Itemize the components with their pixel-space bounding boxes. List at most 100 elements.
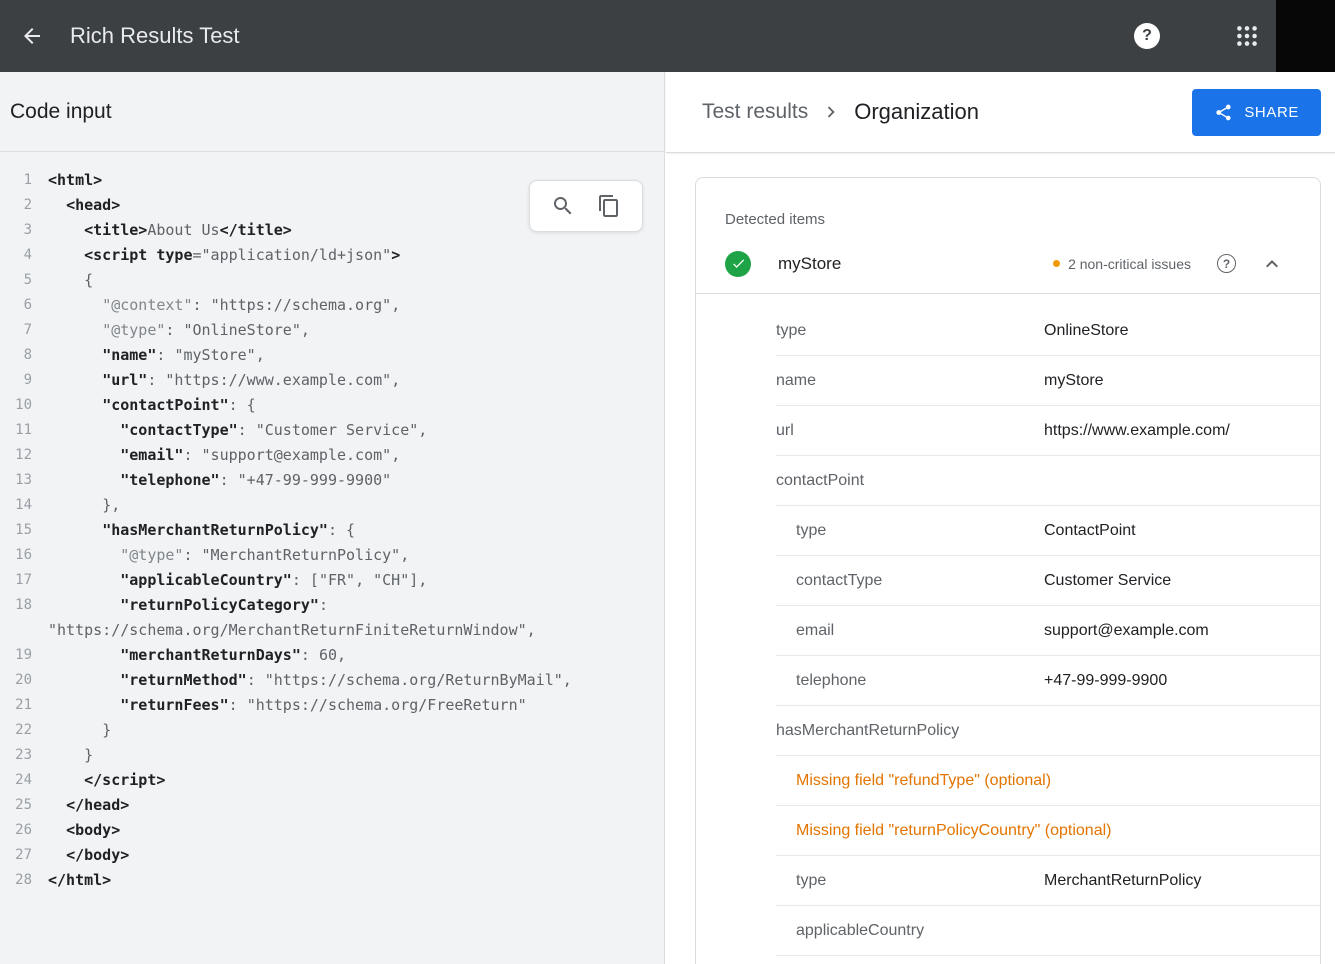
code-line: 28</html> — [0, 868, 664, 893]
detail-key: hasMerchantReturnPolicy — [776, 722, 959, 740]
code-line: 10 "contactPoint": { — [0, 393, 664, 418]
breadcrumb-entity: Organization — [854, 99, 979, 125]
help-icon[interactable]: ? — [1134, 23, 1160, 49]
issues-summary: 2 non-critical issues — [1053, 256, 1191, 272]
detail-rows: typeOnlineStorenamemyStoreurlhttps://www… — [696, 294, 1320, 956]
issues-text: 2 non-critical issues — [1068, 256, 1191, 272]
profile-area-placeholder — [1276, 0, 1335, 72]
copy-icon[interactable] — [597, 194, 621, 218]
code-text: "hasMerchantReturnPolicy": { — [32, 518, 664, 543]
detail-row: contactTypeCustomer Service — [696, 556, 1320, 606]
code-line: 8 "name": "myStore", — [0, 343, 664, 368]
valid-check-icon — [725, 251, 751, 277]
code-text: <script type="application/ld+json"> — [32, 243, 664, 268]
code-text: "@type": "MerchantReturnPolicy", — [32, 543, 664, 568]
apps-grid-icon[interactable] — [1234, 23, 1260, 49]
line-number: 27 — [0, 843, 32, 868]
code-line: 18 "returnPolicyCategory": "https://sche… — [0, 593, 664, 643]
line-number: 10 — [0, 393, 32, 418]
warning-text: Missing field "refundType" (optional) — [796, 772, 1051, 790]
warning-row: Missing field "returnPolicyCountry" (opt… — [696, 806, 1320, 856]
code-line: 4 <script type="application/ld+json"> — [0, 243, 664, 268]
code-text: </head> — [32, 793, 664, 818]
line-number: 19 — [0, 643, 32, 668]
code-text: "returnMethod": "https://schema.org/Retu… — [32, 668, 664, 693]
code-editor[interactable]: 1<html>2 <head>3 <title>About Us</title>… — [0, 152, 664, 963]
code-line: 6 "@context": "https://schema.org", — [0, 293, 664, 318]
code-text: } — [32, 718, 664, 743]
line-number: 1 — [0, 168, 32, 193]
results-panel: Test results Organization SHARE Detected… — [666, 72, 1335, 964]
code-text: "applicableCountry": ["FR", "CH"], — [32, 568, 664, 593]
code-line: 5 { — [0, 268, 664, 293]
detail-row: typeOnlineStore — [696, 306, 1320, 356]
warning-text: Missing field "returnPolicyCountry" (opt… — [796, 822, 1111, 840]
code-input-title: Code input — [10, 100, 112, 124]
detected-items-card: Detected items myStore 2 non-critical is… — [695, 177, 1321, 964]
line-number: 14 — [0, 493, 32, 518]
code-line: 14 }, — [0, 493, 664, 518]
detail-key: type — [796, 872, 826, 890]
line-number: 22 — [0, 718, 32, 743]
detail-value: https://www.example.com/ — [1044, 422, 1230, 440]
line-number: 8 — [0, 343, 32, 368]
back-button[interactable] — [16, 20, 48, 52]
code-text: "returnFees": "https://schema.org/FreeRe… — [32, 693, 664, 718]
share-button[interactable]: SHARE — [1192, 89, 1321, 136]
entity-header-row[interactable]: myStore 2 non-critical issues ? — [696, 234, 1320, 294]
code-text: </script> — [32, 768, 664, 793]
line-number: 24 — [0, 768, 32, 793]
section-row: applicableCountry — [696, 906, 1320, 956]
detail-value: MerchantReturnPolicy — [1044, 872, 1201, 890]
code-line: 11 "contactType": "Customer Service", — [0, 418, 664, 443]
line-number: 13 — [0, 468, 32, 493]
line-number: 20 — [0, 668, 32, 693]
detail-row: type MerchantReturnPolicy — [696, 856, 1320, 906]
detail-key: url — [776, 422, 794, 440]
chevron-up-icon[interactable] — [1260, 252, 1284, 276]
line-number: 28 — [0, 868, 32, 893]
code-text: </html> — [32, 868, 664, 893]
code-line: 19 "merchantReturnDays": 60, — [0, 643, 664, 668]
topbar-right: ? — [1134, 0, 1335, 72]
code-text: "telephone": "+47-99-999-9900" — [32, 468, 664, 493]
line-number: 3 — [0, 218, 32, 243]
breadcrumb-test-results[interactable]: Test results — [702, 100, 808, 124]
warning-row: Missing field "refundType" (optional) — [696, 756, 1320, 806]
code-input-header: Code input — [0, 72, 664, 152]
detail-key: name — [776, 372, 816, 390]
issue-dot-icon — [1053, 260, 1060, 267]
code-text: { — [32, 268, 664, 293]
detail-row: typeContactPoint — [696, 506, 1320, 556]
section-row: hasMerchantReturnPolicy — [696, 706, 1320, 756]
line-number: 5 — [0, 268, 32, 293]
issues-help-icon[interactable]: ? — [1217, 254, 1236, 273]
line-number: 18 — [0, 593, 32, 643]
code-line: 12 "email": "support@example.com", — [0, 443, 664, 468]
code-line: 20 "returnMethod": "https://schema.org/R… — [0, 668, 664, 693]
code-text: "returnPolicyCategory": "https://schema.… — [32, 593, 664, 643]
breadcrumb-chevron-icon — [820, 101, 842, 123]
detail-key: contactType — [796, 572, 882, 590]
code-toolbar — [529, 180, 643, 232]
line-number: 15 — [0, 518, 32, 543]
detail-value: myStore — [1044, 372, 1104, 390]
topbar: Rich Results Test ? — [0, 0, 1335, 72]
results-header: Test results Organization SHARE — [666, 72, 1335, 153]
code-line: 26 <body> — [0, 818, 664, 843]
search-icon[interactable] — [551, 194, 575, 218]
line-number: 11 — [0, 418, 32, 443]
detail-key: contactPoint — [776, 472, 864, 490]
line-number: 21 — [0, 693, 32, 718]
section-row: contactPoint — [696, 456, 1320, 506]
detected-items-label: Detected items — [725, 211, 1320, 228]
code-text: "@context": "https://schema.org", — [32, 293, 664, 318]
code-line: 22 } — [0, 718, 664, 743]
detail-value: OnlineStore — [1044, 322, 1129, 340]
share-icon — [1214, 103, 1233, 122]
line-number: 9 — [0, 368, 32, 393]
detail-row: name myStore — [696, 356, 1320, 406]
code-text: "url": "https://www.example.com", — [32, 368, 664, 393]
entity-name: myStore — [778, 254, 841, 274]
line-number: 26 — [0, 818, 32, 843]
